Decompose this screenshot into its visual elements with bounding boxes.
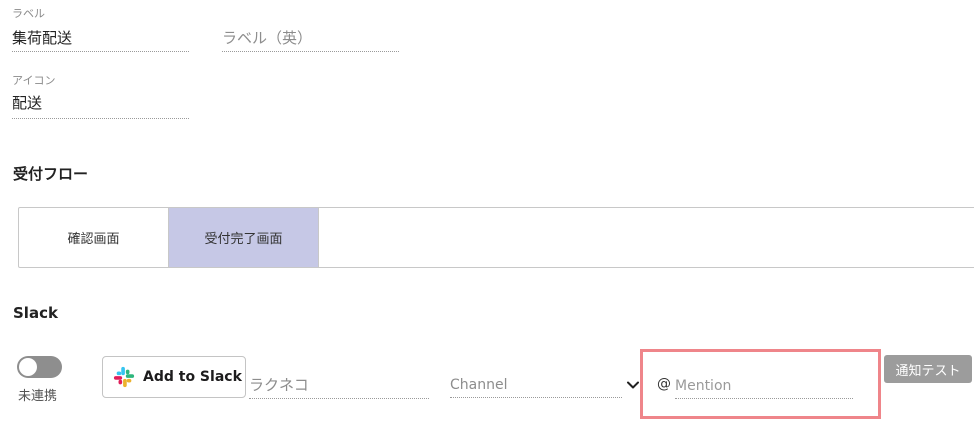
workspace-input[interactable]: ラクネコ (249, 375, 429, 399)
icon-value: 配送 (12, 94, 43, 112)
mention-input[interactable] (675, 374, 853, 399)
chevron-down-icon (626, 377, 640, 391)
workspace-underline (249, 398, 429, 399)
label-value: 集荷配送 (12, 29, 73, 47)
label-en-input[interactable]: ラベル（英） (222, 28, 399, 52)
icon-underline (12, 118, 189, 119)
channel-underline (450, 397, 622, 398)
label-underline (12, 51, 189, 52)
toggle-status-label: 未連携 (18, 389, 58, 404)
label-caption: ラベル (12, 7, 45, 20)
add-to-slack-button[interactable]: Add to Slack (102, 356, 246, 398)
slack-title: Slack (13, 304, 58, 322)
label-en-underline (222, 51, 399, 52)
toggle-knob (19, 358, 37, 376)
icon-caption: アイコン (12, 74, 56, 87)
channel-placeholder: Channel (450, 377, 508, 393)
mention-field-highlight: @ (640, 349, 881, 419)
at-sign: @ (657, 376, 671, 392)
slack-connection-toggle[interactable] (17, 356, 62, 378)
workspace-placeholder: ラクネコ (249, 376, 309, 394)
notification-test-button[interactable]: 通知テスト (884, 355, 972, 383)
flow-tabs: 確認画面 受付完了画面 (18, 207, 974, 268)
flow-title: 受付フロー (13, 165, 89, 183)
icon-input[interactable]: 配送 (12, 93, 189, 119)
flow-tab-complete[interactable]: 受付完了画面 (169, 208, 319, 267)
channel-select[interactable]: Channel (450, 373, 640, 398)
label-input[interactable]: 集荷配送 (12, 28, 189, 52)
label-en-placeholder: ラベル（英） (222, 29, 313, 47)
slack-logo-icon (113, 366, 135, 388)
flow-tab-confirm[interactable]: 確認画面 (19, 208, 169, 267)
add-to-slack-label: Add to Slack (143, 369, 242, 385)
